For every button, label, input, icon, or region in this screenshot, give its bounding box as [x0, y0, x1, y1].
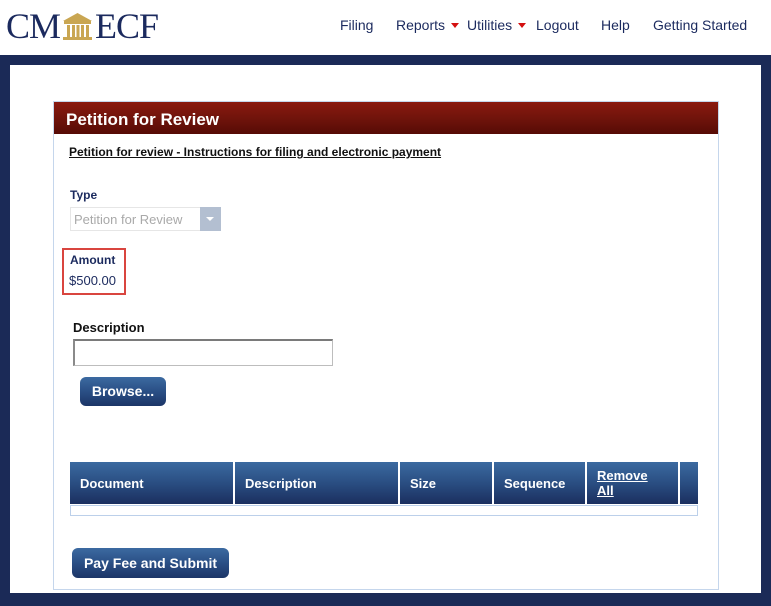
column-remove-all: Remove All: [587, 462, 678, 504]
pay-fee-submit-button[interactable]: Pay Fee and Submit: [72, 548, 229, 578]
page-frame: Petition for Review Petition for review …: [0, 55, 771, 606]
cmecf-logo[interactable]: CM ECF: [6, 6, 159, 46]
logo-text-left: CM: [6, 6, 61, 46]
nav-utilities-label: Utilities: [467, 17, 513, 33]
logo-text-right: ECF: [95, 6, 159, 46]
remove-all-link[interactable]: Remove All: [597, 468, 648, 498]
petition-panel: Petition for Review Petition for review …: [53, 101, 719, 590]
nav-getting-started-label: Getting Started: [653, 17, 748, 33]
site-header: CM ECF Filing Reports Utilities Logout H…: [0, 0, 771, 55]
nav-logout[interactable]: Logout: [536, 17, 579, 33]
type-label: Type: [70, 188, 98, 202]
column-size-label: Size: [410, 476, 437, 491]
instructions-link[interactable]: Petition for review - Instructions for f…: [69, 145, 441, 159]
table-empty-row: [70, 505, 698, 516]
panel-title: Petition for Review: [66, 110, 220, 129]
column-sequence-label: Sequence: [504, 476, 566, 491]
caret-down-icon: [518, 23, 527, 28]
chevron-down-icon[interactable]: [200, 207, 221, 231]
courthouse-icon: [63, 13, 93, 40]
nav-reports[interactable]: Reports: [396, 17, 460, 33]
nav-utilities[interactable]: Utilities: [467, 17, 527, 33]
amount-label: Amount: [70, 253, 116, 267]
documents-table: Document Description Size Sequence Remov…: [70, 462, 698, 516]
remove-all-line2: All: [597, 483, 614, 498]
description-input[interactable]: [73, 339, 333, 366]
column-document: Document: [70, 462, 233, 504]
nav-help-label: Help: [601, 17, 630, 33]
column-spacer: [680, 462, 698, 504]
type-select[interactable]: Petition for Review: [70, 207, 221, 231]
remove-all-line1: Remove: [597, 468, 648, 483]
nav-reports-label: Reports: [396, 17, 446, 33]
nav-filing[interactable]: Filing: [340, 17, 373, 33]
type-select-value: Petition for Review: [74, 212, 183, 227]
description-label: Description: [73, 320, 145, 335]
column-document-label: Document: [80, 476, 144, 491]
column-description: Description: [235, 462, 398, 504]
table-header: Document Description Size Sequence Remov…: [70, 462, 698, 504]
browse-button[interactable]: Browse...: [80, 377, 166, 406]
nav-help[interactable]: Help: [601, 17, 630, 33]
column-description-label: Description: [245, 476, 317, 491]
nav-logout-label: Logout: [536, 17, 579, 33]
panel-header: Petition for Review: [54, 102, 718, 134]
content-area: Petition for Review Petition for review …: [10, 65, 761, 593]
caret-down-icon: [451, 23, 460, 28]
nav-filing-label: Filing: [340, 17, 374, 33]
nav-getting-started[interactable]: Getting Started: [653, 17, 747, 33]
column-size: Size: [400, 462, 492, 504]
column-sequence: Sequence: [494, 462, 585, 504]
amount-value: $500.00: [69, 273, 116, 288]
